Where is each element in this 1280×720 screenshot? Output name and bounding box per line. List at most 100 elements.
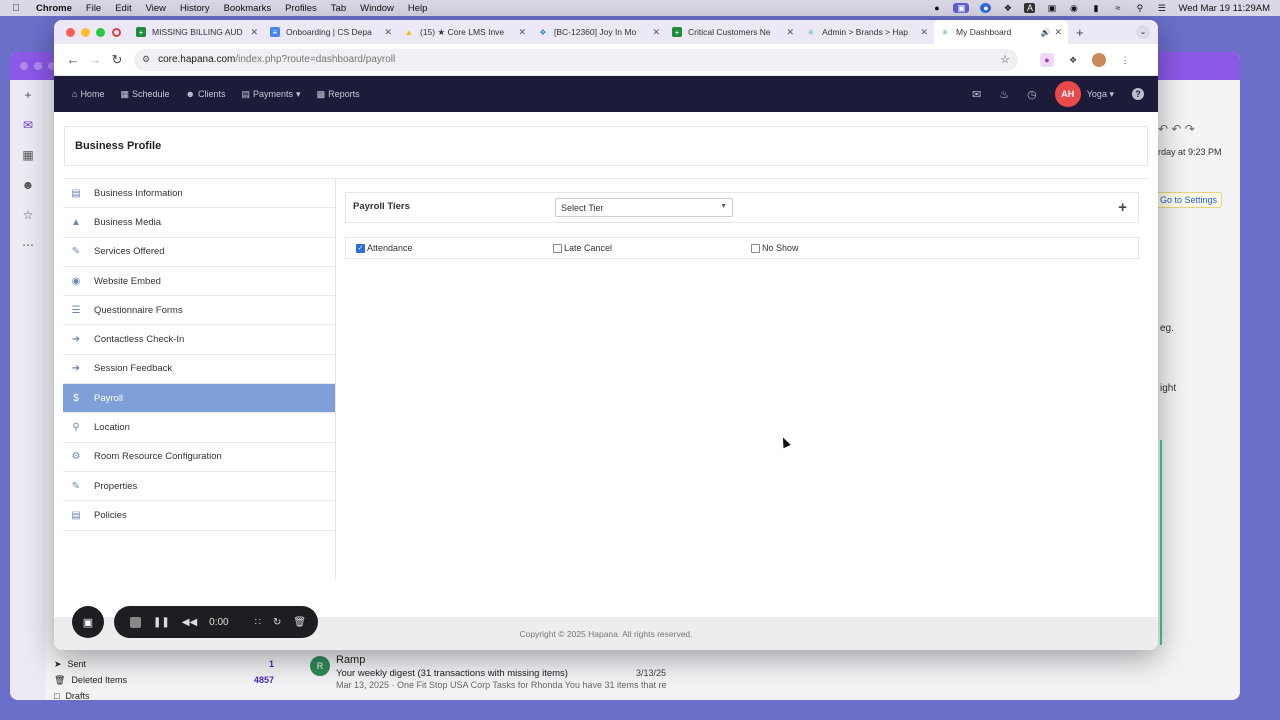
menu-services-offered[interactable]: ✎ Services Offered	[63, 238, 335, 267]
late-cancel-checkbox[interactable]	[553, 243, 562, 253]
wifi-icon[interactable]: ≈	[1112, 3, 1123, 13]
menu-questionnaire-forms[interactable]: ☰ Questionnaire Forms	[63, 296, 335, 326]
forward-button[interactable]: →	[84, 52, 106, 67]
menu-location[interactable]: ⚲ Location	[63, 413, 335, 443]
menu-file[interactable]: File	[86, 3, 101, 14]
spotlight-search-icon[interactable]: ⚲	[1134, 3, 1145, 13]
tab-admin-brands[interactable]: ✳ Admin > Brands > Hap ✕	[800, 20, 934, 44]
restart-icon[interactable]: ↻	[273, 617, 281, 628]
close-tab-icon[interactable]: ✕	[1054, 27, 1062, 38]
close-tab-icon[interactable]: ✕	[518, 27, 526, 38]
pause-icon[interactable]: ❚❚	[153, 617, 170, 628]
app-a-icon[interactable]: A	[1024, 3, 1036, 13]
close-tab-icon[interactable]: ✕	[652, 27, 660, 38]
menu-room-resource-configuration[interactable]: ⚙ Room Resource Configuration	[63, 443, 335, 472]
display-icon[interactable]: ▣	[1046, 3, 1057, 13]
profile-avatar[interactable]	[1092, 52, 1106, 67]
add-tier-button[interactable]: +	[1118, 200, 1127, 215]
dropbox-icon[interactable]: ❖	[1002, 3, 1013, 13]
clock-icon[interactable]: ◷	[1027, 88, 1037, 101]
tab-onboarding[interactable]: ≡ Onboarding | CS Depa ✕	[264, 20, 398, 44]
help-icon[interactable]: ?	[1132, 88, 1144, 100]
minimize-window-button[interactable]	[81, 27, 90, 37]
zoom-icon[interactable]: ●	[980, 3, 992, 13]
microphone-icon[interactable]: ●	[931, 3, 942, 13]
menu-tab[interactable]: Tab	[331, 3, 346, 14]
screen-record-icon[interactable]: ▣	[953, 3, 970, 13]
menu-bookmarks[interactable]: Bookmarks	[224, 3, 272, 14]
apple-icon[interactable]: 	[10, 3, 22, 14]
folder-drafts[interactable]: □ Drafts	[54, 688, 274, 704]
favorites-icon[interactable]: ☆	[10, 200, 46, 230]
late-cancel-option[interactable]: Late Cancel	[553, 243, 612, 253]
folder-sent[interactable]: ➤ Sent 1	[54, 656, 274, 672]
new-tab-button[interactable]: +	[1076, 25, 1084, 40]
close-tab-icon[interactable]: ✕	[786, 27, 794, 38]
no-show-option[interactable]: No Show	[751, 243, 799, 253]
chat-icon[interactable]: ✉	[972, 88, 981, 101]
bookmark-star-icon[interactable]: ☆	[1000, 53, 1010, 66]
nav-home[interactable]: ⌂ Home	[72, 89, 104, 99]
bg-reply-icons[interactable]: ↶ ↶ ↷	[1158, 122, 1195, 136]
tab-search-chevron-icon[interactable]: ⌄	[1136, 25, 1150, 39]
compose-icon[interactable]: +	[10, 80, 46, 110]
menu-view[interactable]: View	[146, 3, 166, 14]
more-menu-icon[interactable]: ⋮	[1118, 53, 1132, 67]
menu-session-feedback[interactable]: ➜ Session Feedback	[63, 355, 335, 385]
close-window-button[interactable]	[66, 27, 75, 37]
close-tab-icon[interactable]: ✕	[250, 27, 258, 38]
rewind-icon[interactable]: ◀◀	[182, 617, 197, 628]
folder-deleted[interactable]: 🗑 Deleted Items 4857	[54, 672, 274, 688]
recorder-camera-button[interactable]: ▣	[72, 606, 104, 638]
menubar-clock[interactable]: Wed Mar 19 11:29AM	[1178, 3, 1270, 14]
nav-payments[interactable]: ▤ Payments ▾	[242, 89, 301, 100]
back-button[interactable]: ←	[62, 52, 84, 67]
bell-icon[interactable]: ♨	[999, 88, 1009, 101]
bg-goto-settings[interactable]: Go to Settings	[1155, 192, 1223, 208]
menu-edit[interactable]: Edit	[115, 3, 131, 14]
menu-history[interactable]: History	[180, 3, 210, 14]
menu-policies[interactable]: ▤ Policies	[63, 501, 335, 531]
people-icon[interactable]: ☻	[10, 170, 46, 200]
control-center-icon[interactable]: ☰	[1156, 3, 1167, 13]
tier-select[interactable]: Select Tier ▼	[555, 198, 733, 217]
nav-clients[interactable]: ☻ Clients	[186, 89, 226, 99]
menu-business-media[interactable]: ▲ Business Media	[63, 208, 335, 238]
address-bar[interactable]: ⚙ core.hapana.com/index.php?route=dashbo…	[134, 48, 1018, 71]
grid-icon[interactable]: ∷	[255, 617, 261, 628]
camera-icon[interactable]: ◉	[1068, 3, 1079, 13]
menu-website-embed[interactable]: ◉ Website Embed	[63, 267, 335, 297]
tab-my-dashboard[interactable]: ✳ My Dashboard 🔊 ✕	[934, 20, 1068, 44]
close-tab-icon[interactable]: ✕	[920, 27, 928, 38]
menu-window[interactable]: Window	[360, 3, 394, 14]
user-menu[interactable]: Yoga ▾	[1087, 89, 1114, 100]
tab-core-lms[interactable]: ▲ (15) ★ Core LMS Inve ✕	[398, 20, 532, 44]
extension-icon[interactable]: ●	[1040, 52, 1054, 67]
menu-help[interactable]: Help	[408, 3, 428, 14]
mail-icon[interactable]: ✉	[10, 110, 46, 140]
tab-critical-customers[interactable]: + Critical Customers Ne ✕	[666, 20, 800, 44]
stop-recording-button[interactable]	[130, 616, 141, 628]
speaker-icon[interactable]: 🔊	[1040, 28, 1050, 37]
menu-business-information[interactable]: ▤ Business Information	[63, 179, 335, 209]
tab-missing-billing[interactable]: + MISSING BILLING AUD ✕	[130, 20, 264, 44]
menu-payroll[interactable]: $ Payroll	[63, 384, 335, 414]
reload-button[interactable]: ↻	[106, 52, 128, 68]
tab-jira[interactable]: ❖ [BC-12360] Joy In Mo ✕	[532, 20, 666, 44]
menu-contactless-check-in[interactable]: ➜ Contactless Check-In	[63, 325, 335, 355]
menu-profiles[interactable]: Profiles	[285, 3, 317, 14]
battery-icon[interactable]: ▮	[1090, 3, 1101, 13]
calendar-icon[interactable]: ▦	[10, 140, 46, 170]
nav-reports[interactable]: ▩ Reports	[317, 89, 360, 100]
maximize-window-button[interactable]	[96, 27, 105, 37]
site-info-icon[interactable]: ⚙	[142, 54, 150, 65]
nav-schedule[interactable]: ▦ Schedule	[120, 89, 169, 100]
close-tab-icon[interactable]: ✕	[384, 27, 392, 38]
menu-properties[interactable]: ✎ Properties	[63, 472, 335, 502]
menu-app-name[interactable]: Chrome	[36, 3, 72, 14]
extensions-puzzle-icon[interactable]: ❖	[1066, 53, 1080, 67]
attendance-checkbox[interactable]: ✓	[356, 243, 365, 253]
attendance-option[interactable]: ✓ Attendance	[356, 243, 413, 253]
trash-icon[interactable]: 🗑	[293, 617, 306, 628]
user-avatar[interactable]: AH	[1054, 81, 1081, 107]
